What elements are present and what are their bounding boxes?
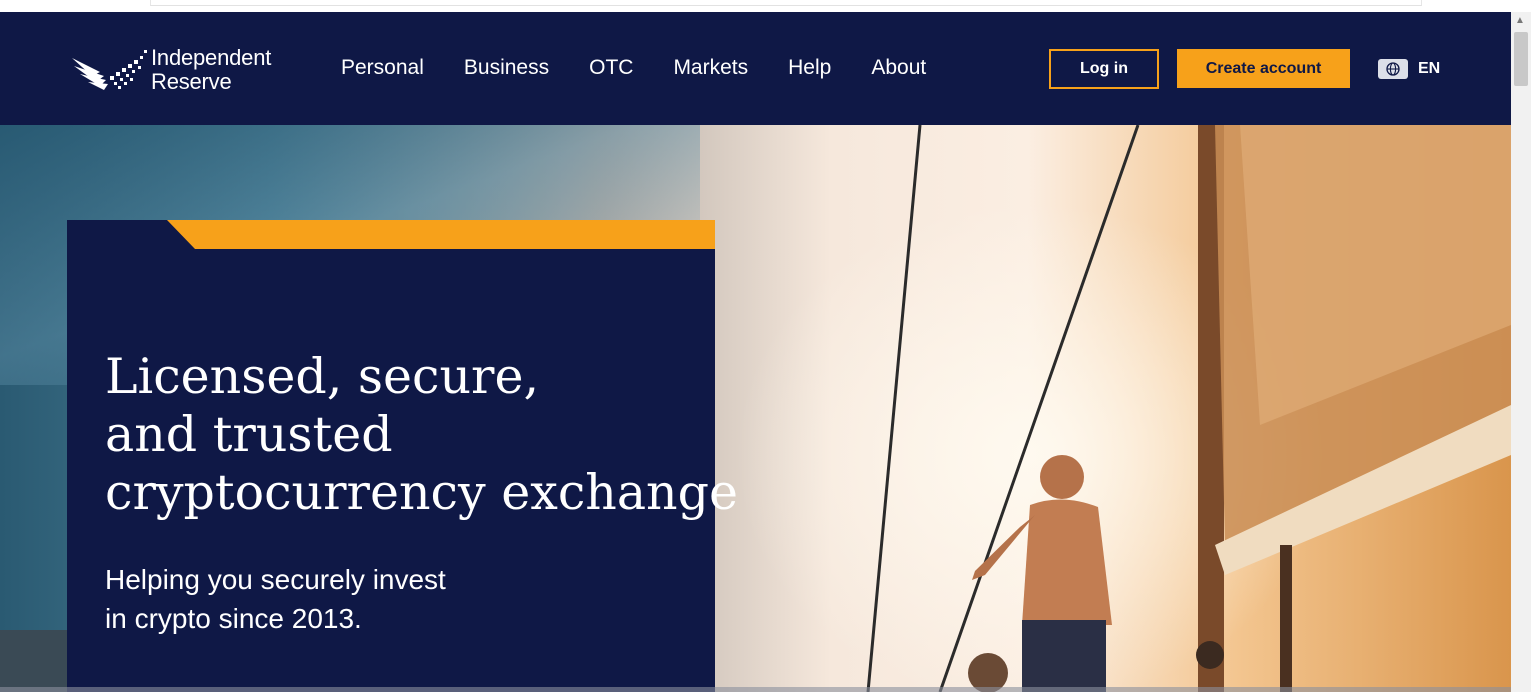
brand-name: Independent Reserve — [151, 46, 271, 94]
panel-accent-bar — [167, 220, 715, 249]
globe-icon — [1378, 59, 1408, 79]
address-field-edge — [150, 0, 1422, 6]
create-account-button[interactable]: Create account — [1177, 49, 1350, 88]
hero-subline: Helping you securely invest in crypto si… — [105, 560, 605, 638]
nav-otc[interactable]: OTC — [589, 56, 633, 80]
login-button[interactable]: Log in — [1049, 49, 1159, 89]
language-selector[interactable]: EN — [1378, 58, 1440, 80]
hero-headline: Licensed, secure, and trusted cryptocurr… — [105, 348, 738, 522]
vertical-scrollbar[interactable]: ▲ — [1511, 12, 1531, 692]
subline-line-2: in crypto since 2013. — [105, 603, 362, 634]
headline-line-3: cryptocurrency exchange — [105, 464, 738, 521]
nav-help[interactable]: Help — [788, 56, 831, 80]
brand-logo[interactable]: Independent Reserve — [70, 46, 285, 94]
headline-line-1: Licensed, secure, — [105, 348, 540, 405]
nav-personal[interactable]: Personal — [341, 56, 424, 80]
main-nav: Personal Business OTC Markets Help About — [341, 56, 966, 80]
subline-line-1: Helping you securely invest — [105, 564, 446, 595]
language-code: EN — [1418, 60, 1441, 77]
nav-business[interactable]: Business — [464, 56, 549, 80]
brand-name-line1: Independent — [151, 45, 272, 70]
headline-line-2: and trusted — [105, 406, 393, 463]
hero-banner: Licensed, secure, and trusted cryptocurr… — [0, 125, 1511, 692]
page-bottom-edge — [0, 687, 1511, 692]
browser-top-strip — [0, 0, 1511, 12]
brand-name-line2: Reserve — [151, 69, 232, 94]
nav-markets[interactable]: Markets — [673, 56, 748, 80]
nav-about[interactable]: About — [871, 56, 926, 80]
scrollbar-thumb[interactable] — [1514, 32, 1528, 86]
wing-logo-icon — [72, 50, 147, 90]
hero-panel: Licensed, secure, and trusted cryptocurr… — [67, 220, 738, 692]
scroll-up-arrow-icon[interactable]: ▲ — [1515, 15, 1525, 26]
site-header: Independent Reserve Personal Business OT… — [0, 12, 1511, 125]
